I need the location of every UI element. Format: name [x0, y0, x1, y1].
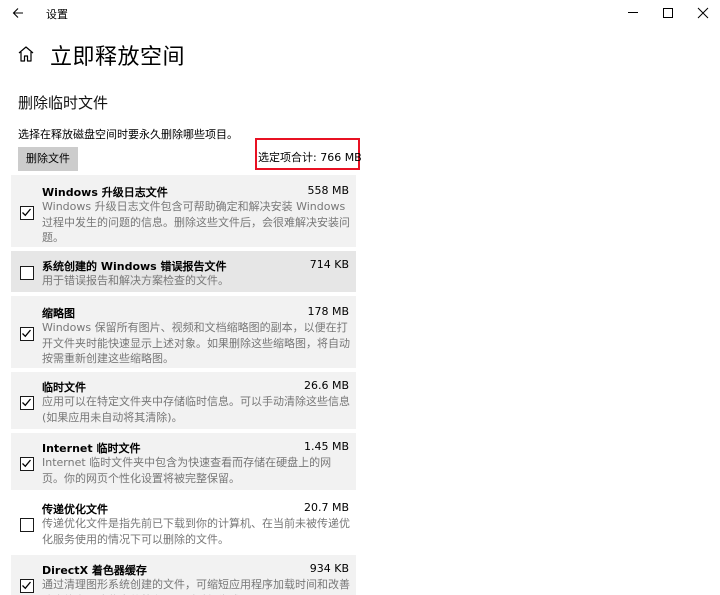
list-item-thumbnails[interactable]: 缩略图 178 MB Windows 保留所有图片、视频和文档缩略图的副本，以便… — [11, 296, 356, 368]
item-name: DirectX 着色器缓存 — [42, 564, 147, 577]
settings-window: 设置 立即释放空间 删除临时文件 选择在释放磁盘空间时要永久删除哪些项目。 删除… — [0, 0, 720, 595]
minimize-icon — [628, 12, 638, 13]
list-item-internet-temp-files[interactable]: Internet 临时文件 1.45 MB Internet 临时文件夹中包含为… — [11, 433, 356, 490]
item-description: 传递优化文件是指先前已下载到你的计算机、在当前未被传递优化服务使用的情况下可以删… — [42, 517, 350, 546]
item-description: 用于错误报告和解决方案检查的文件。 — [42, 274, 229, 287]
item-size: 178 MB — [307, 305, 349, 318]
checkmark-icon — [22, 329, 32, 338]
minimize-button[interactable] — [616, 0, 650, 26]
delete-files-button[interactable]: 删除文件 — [18, 147, 78, 171]
item-size: 714 KB — [309, 258, 349, 271]
maximize-button[interactable] — [651, 0, 685, 26]
checkbox[interactable] — [20, 206, 34, 220]
close-button[interactable] — [686, 0, 720, 26]
list-item-error-reports[interactable]: 系统创建的 Windows 错误报告文件 714 KB 用于错误报告和解决方案检… — [11, 251, 356, 292]
item-name: 临时文件 — [42, 381, 86, 394]
checkbox[interactable] — [20, 266, 34, 280]
item-name: Internet 临时文件 — [42, 442, 141, 455]
item-size: 26.6 MB — [303, 379, 349, 392]
checkbox[interactable] — [20, 327, 34, 341]
section-title: 删除临时文件 — [18, 94, 109, 112]
checkbox[interactable] — [20, 457, 34, 471]
item-size: 934 KB — [309, 562, 349, 575]
back-arrow-icon[interactable] — [8, 2, 30, 24]
maximize-icon — [663, 8, 673, 18]
item-name: Windows 升级日志文件 — [42, 186, 168, 199]
checkmark-icon — [22, 208, 32, 217]
item-description: Windows 保留所有图片、视频和文档缩略图的副本，以便在打开文件夹时能快速显… — [42, 321, 350, 365]
page-title: 立即释放空间 — [50, 45, 186, 70]
close-icon — [697, 7, 709, 19]
item-size: 20.7 MB — [303, 501, 349, 514]
list-item-directx-shader-cache[interactable]: DirectX 着色器缓存 934 KB 通过清理图形系统创建的文件，可缩短应用… — [11, 555, 356, 595]
section-description: 选择在释放磁盘空间时要永久删除哪些项目。 — [18, 128, 238, 141]
item-size: 1.45 MB — [303, 440, 349, 453]
checkmark-icon — [22, 459, 32, 468]
checkmark-icon — [22, 398, 32, 407]
item-description: Internet 临时文件夹中包含为快速查看而存储在硬盘上的网页。你的网页个性化… — [42, 456, 332, 485]
item-size: 558 MB — [307, 184, 349, 197]
checkmark-icon — [22, 581, 32, 590]
home-icon[interactable] — [16, 44, 36, 64]
item-name: 传递优化文件 — [42, 503, 108, 516]
item-name: 缩略图 — [42, 307, 75, 320]
checkbox[interactable] — [20, 396, 34, 410]
checkbox[interactable] — [20, 518, 34, 532]
item-description: Windows 升级日志文件包含可帮助确定和解决安装 Windows 过程中发生… — [42, 200, 350, 244]
item-name: 系统创建的 Windows 错误报告文件 — [42, 260, 227, 273]
title-bar: 设置 — [0, 0, 720, 26]
scrollbar[interactable] — [713, 26, 719, 595]
window-title: 设置 — [46, 8, 68, 21]
item-description: 通过清理图形系统创建的文件，可缩短应用程序加载时间和改善响应能力。这些文件将在需… — [42, 578, 350, 595]
checkbox[interactable] — [20, 579, 34, 593]
item-description: 应用可以在特定文件夹中存储临时信息。可以手动清除这些信息(如果应用未自动将其清除… — [42, 395, 350, 424]
selected-total-label: 选定项合计: 766 MB — [258, 151, 362, 164]
list-item-delivery-optimization[interactable]: 传递优化文件 20.7 MB 传递优化文件是指先前已下载到你的计算机、在当前未被… — [11, 494, 356, 551]
list-item-temporary-files[interactable]: 临时文件 26.6 MB 应用可以在特定文件夹中存储临时信息。可以手动清除这些信… — [11, 372, 356, 429]
list-item-windows-upgrade-logs[interactable]: Windows 升级日志文件 558 MB Windows 升级日志文件包含可帮… — [11, 175, 356, 247]
